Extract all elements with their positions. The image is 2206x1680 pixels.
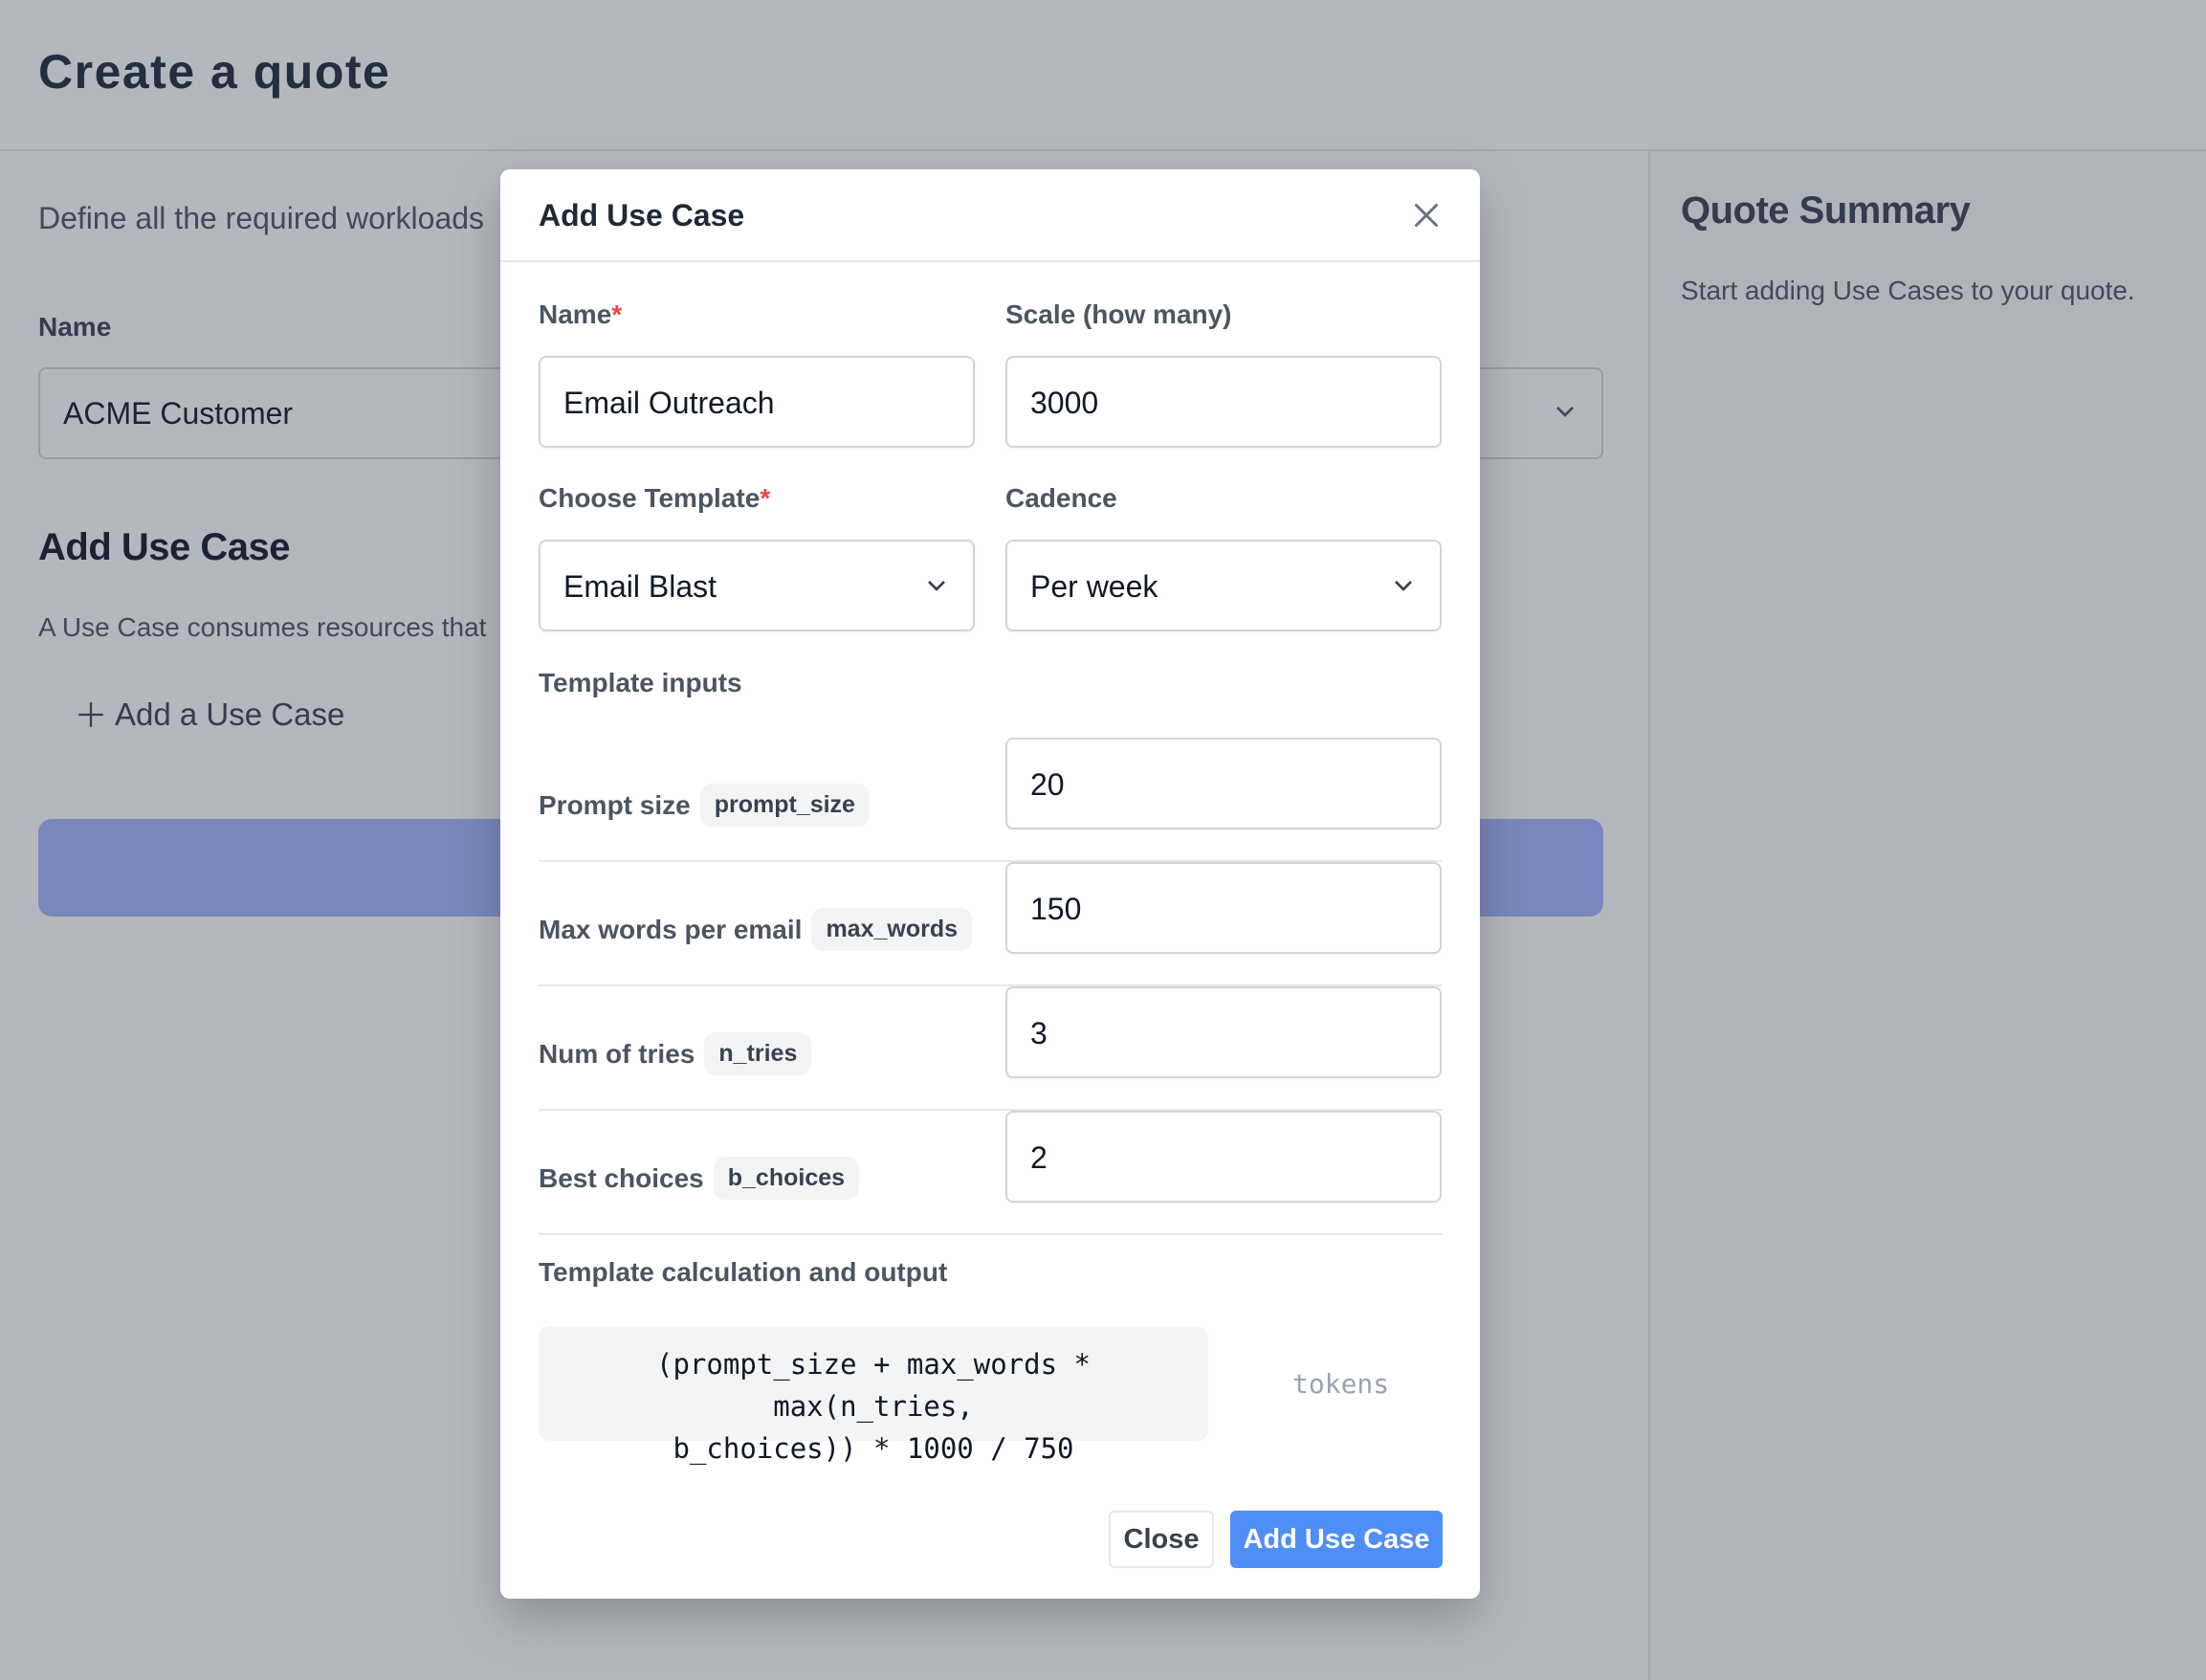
chevron-down-icon xyxy=(1395,581,1412,591)
output-unit: tokens xyxy=(1292,1368,1390,1400)
param-label: Prompt size prompt_size xyxy=(539,784,870,827)
param-value: 2 xyxy=(1030,1140,1048,1175)
required-marker: * xyxy=(760,483,771,513)
b-choices-input[interactable]: 2 xyxy=(1005,1111,1442,1203)
param-key-badge: prompt_size xyxy=(699,784,870,827)
chevron-down-icon xyxy=(928,581,945,591)
param-name: Max words per email xyxy=(539,914,803,944)
modal-header: Add Use Case xyxy=(500,169,1480,262)
param-name: Prompt size xyxy=(539,789,691,820)
param-name: Best choices xyxy=(539,1162,704,1193)
scale-label: Scale (how many) xyxy=(1005,299,1232,329)
close-icon[interactable] xyxy=(1409,198,1444,232)
template-select-value: Email Blast xyxy=(563,569,717,604)
template-select[interactable]: Email Blast xyxy=(539,540,975,631)
use-case-name-value: Email Outreach xyxy=(563,386,775,420)
param-key-badge: b_choices xyxy=(713,1157,860,1200)
param-key-badge: max_words xyxy=(811,908,972,951)
template-calculation-label: Template calculation and output xyxy=(539,1257,948,1287)
max-words-input[interactable]: 150 xyxy=(1005,862,1442,954)
required-marker: * xyxy=(611,299,623,329)
close-button[interactable]: Close xyxy=(1109,1511,1214,1568)
scale-value: 3000 xyxy=(1030,386,1099,420)
param-row: Num of tries n_tries 3 xyxy=(539,986,1442,1111)
cadence-select[interactable]: Per week xyxy=(1005,540,1442,631)
param-row: Max words per email max_words 150 xyxy=(539,862,1442,986)
add-use-case-modal: Add Use Case Name* Scale (how many) Emai… xyxy=(500,169,1480,1599)
name-label-text: Name xyxy=(539,299,612,329)
param-row: Prompt size prompt_size 20 xyxy=(539,738,1442,862)
scale-input[interactable]: 3000 xyxy=(1005,356,1442,448)
choose-template-label: Choose Template* xyxy=(539,483,770,514)
param-label: Num of tries n_tries xyxy=(539,1032,812,1075)
param-value: 150 xyxy=(1030,892,1082,926)
n-tries-input[interactable]: 3 xyxy=(1005,986,1442,1078)
cadence-label: Cadence xyxy=(1005,483,1117,513)
param-name: Num of tries xyxy=(539,1038,695,1069)
param-row: Best choices b_choices 2 xyxy=(539,1111,1442,1235)
param-label: Best choices b_choices xyxy=(539,1157,860,1200)
modal-title: Add Use Case xyxy=(539,198,745,232)
cadence-select-value: Per week xyxy=(1030,569,1158,604)
use-case-name-label: Name* xyxy=(539,299,622,330)
param-key-badge: n_tries xyxy=(704,1032,812,1075)
formula-line: b_choices)) * 1000 / 750 xyxy=(673,1432,1074,1465)
prompt-size-input[interactable]: 20 xyxy=(1005,738,1442,829)
template-inputs-label: Template inputs xyxy=(539,668,742,697)
param-value: 3 xyxy=(1030,1016,1048,1050)
formula-box: (prompt_size + max_words * max(n_tries, … xyxy=(539,1326,1208,1465)
use-case-name-input[interactable]: Email Outreach xyxy=(539,356,975,448)
formula-line: (prompt_size + max_words * max(n_tries, xyxy=(656,1348,1091,1423)
param-label: Max words per email max_words xyxy=(539,908,972,951)
param-value: 20 xyxy=(1030,767,1065,802)
add-use-case-button[interactable]: Add Use Case xyxy=(1230,1511,1443,1568)
template-label-text: Choose Template xyxy=(539,483,761,513)
